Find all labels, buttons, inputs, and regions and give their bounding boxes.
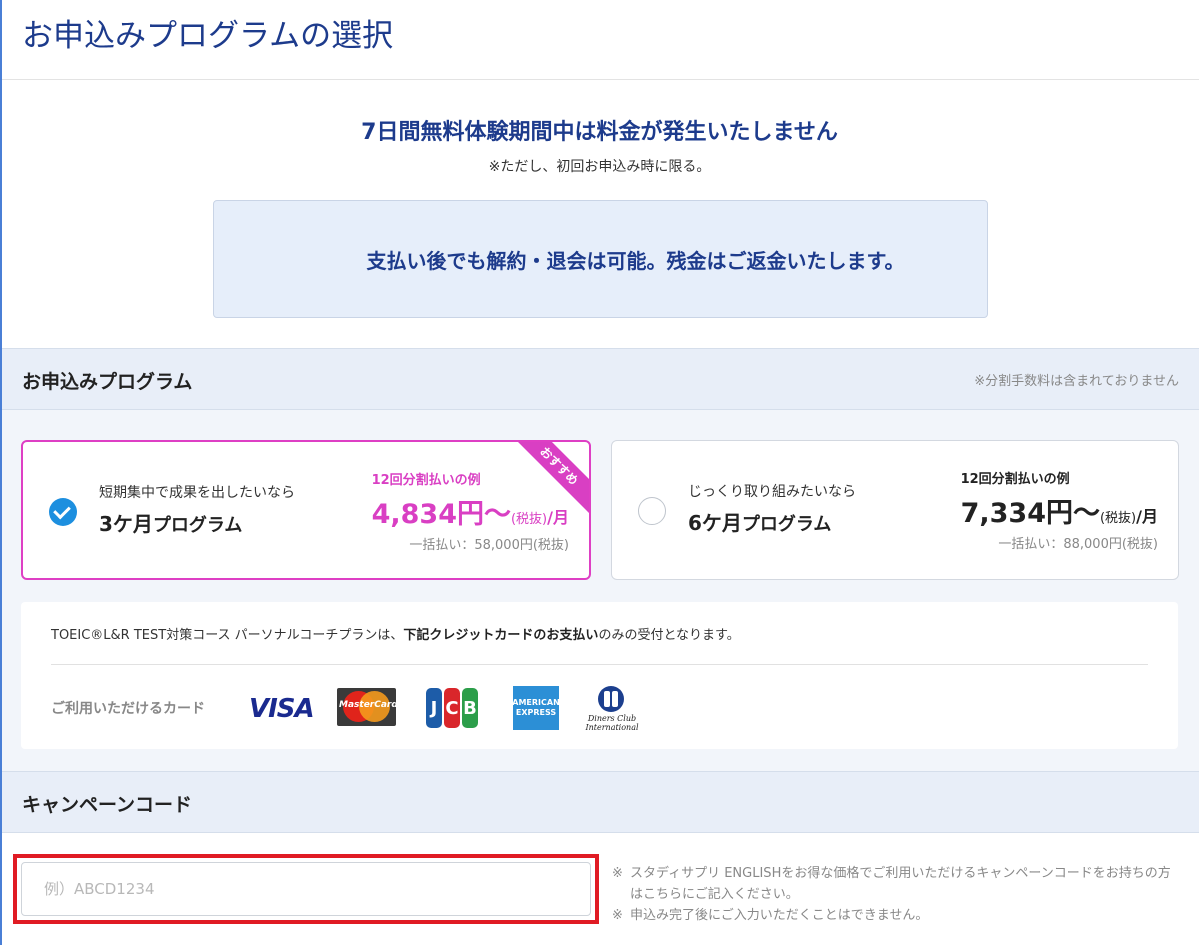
program-section-title: お申込みプログラム — [22, 371, 193, 393]
plan-name: 6ケ月プログラム — [688, 507, 831, 536]
campaign-note-item: ※ 申込み完了後にご入力いただくことはできません。 — [612, 905, 1182, 926]
plan-price-unit: /月 — [547, 508, 569, 527]
plan-price-block: 12回分割払いの例 7,334円〜(税抜)/月 一括払い：88,000円(税抜) — [961, 468, 1158, 552]
page-title: お申込みプログラムの選択 — [22, 18, 394, 54]
program-section-header: お申込みプログラム ※分割手数料は含まれておりません — [2, 348, 1199, 410]
plan-price-block: 12回分割払いの例 4,834円〜(税抜)/月 一括払い：58,000円(税抜) — [372, 469, 569, 553]
plan-monthly-price: 4,834円〜(税抜)/月 — [372, 492, 569, 531]
amex-logo-icon: AMERICAN EXPRESS — [512, 686, 560, 730]
plan-price-unit: /月 — [1136, 507, 1158, 526]
plan-name: 3ケ月プログラム — [99, 508, 242, 537]
plan-monthly-price: 7,334円〜(税抜)/月 — [961, 491, 1158, 530]
mastercard-logo-icon: MasterCard — [337, 688, 396, 726]
payment-info-text-bold: 下記クレジットカードのお支払い — [403, 628, 599, 643]
campaign-section-header: キャンペーンコード — [2, 771, 1199, 833]
campaign-note-text: 申込み完了後にご入力いただくことはできません。 — [630, 908, 929, 923]
accepted-cards-label: ご利用いただけるカード — [51, 701, 205, 717]
campaign-note-item: ※ スタディサプリ ENGLISHをお得な価格でご利用いただけるキャンペーンコー… — [612, 863, 1182, 905]
free-trial-heading: 7日間無料体験期間中は料金が発生いたしません — [361, 120, 838, 145]
diners-club-logo-icon: Diners Club International — [584, 686, 640, 732]
plan-duration: 3ケ月 — [99, 512, 153, 536]
plan-radio-unchecked-icon[interactable] — [638, 497, 666, 525]
plan-name-suffix: プログラム — [152, 515, 243, 536]
note-mark: ※ — [612, 908, 623, 923]
campaign-code-input[interactable] — [21, 862, 591, 916]
mastercard-logo-text: MasterCard — [339, 700, 396, 710]
refund-info-text: 支払い後でも解約・退会は可能。残金はご返金いたします。 — [366, 248, 905, 273]
plan-name-suffix: プログラム — [741, 514, 832, 535]
plan-card-3-month[interactable]: おすすめ 短期集中で成果を出したいなら 3ケ月プログラム 12回分割払いの例 4… — [21, 440, 591, 580]
plan-price-amount: 7,334円〜 — [960, 498, 1100, 529]
visa-logo-icon: VISA — [249, 694, 315, 724]
payment-info-box: TOEIC®L&R TEST対策コース パーソナルコーチプランは、下記クレジット… — [21, 602, 1178, 749]
refund-info-box: 支払い後でも解約・退会は可能。残金はご返金いたします。 — [213, 200, 988, 318]
jcb-logo-icon: J C B — [426, 688, 478, 728]
jcb-letter-j: J — [426, 688, 442, 728]
plan-price-label: 12回分割払いの例 — [371, 473, 481, 488]
payment-info-text: TOEIC®L&R TEST対策コース パーソナルコーチプランは、下記クレジット… — [51, 624, 740, 643]
diners-club-logo-text: Diners Club International — [585, 714, 639, 732]
campaign-notes: ※ スタディサプリ ENGLISHをお得な価格でご利用いただけるキャンペーンコー… — [612, 863, 1182, 926]
jcb-letter-c: C — [444, 688, 460, 728]
plan-duration: 6ケ月 — [688, 511, 742, 535]
plan-subtitle: 短期集中で成果を出したいなら — [99, 485, 295, 501]
plan-lump-sum: 一括払い：58,000円(税抜) — [409, 538, 569, 553]
free-trial-note: ※ただし、初回お申込み時に限る。 — [488, 159, 711, 175]
note-mark: ※ — [612, 866, 623, 881]
title-divider — [2, 79, 1199, 80]
plan-price-amount: 4,834円〜 — [371, 499, 511, 530]
payment-info-divider — [51, 664, 1148, 665]
payment-info-text-end: のみの受付となります。 — [598, 628, 740, 643]
plan-price-tax: (税抜) — [1099, 511, 1137, 526]
jcb-letter-b: B — [462, 688, 478, 728]
campaign-section-title: キャンペーンコード — [22, 794, 193, 816]
payment-info-text-start: TOEIC®L&R TEST対策コース パーソナルコーチプランは、 — [51, 628, 404, 643]
plan-price-label: 12回分割払いの例 — [960, 472, 1070, 487]
plan-price-tax: (税抜) — [510, 512, 548, 527]
plan-lump-sum: 一括払い：88,000円(税抜) — [998, 537, 1158, 552]
campaign-note-text: スタディサプリ ENGLISHをお得な価格でご利用いただけるキャンペーンコードを… — [630, 866, 1171, 902]
plan-card-6-month[interactable]: じっくり取り組みたいなら 6ケ月プログラム 12回分割払いの例 7,334円〜(… — [611, 440, 1179, 580]
plan-subtitle: じっくり取り組みたいなら — [688, 484, 856, 500]
installment-fee-note: ※分割手数料は含まれておりません — [974, 374, 1179, 389]
plan-radio-checked-icon[interactable] — [49, 498, 77, 526]
